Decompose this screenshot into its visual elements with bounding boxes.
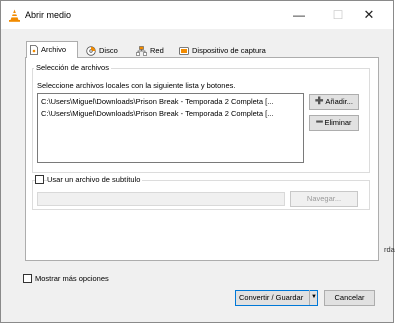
show-more-options-checkbox[interactable] [23, 274, 32, 283]
subtitle-path-input[interactable] [37, 192, 285, 206]
browse-subtitle-button[interactable]: Navegar... [290, 191, 358, 207]
use-subtitle-label: Usar un archivo de subtítulo [47, 175, 143, 184]
vlc-cone-icon [9, 9, 20, 22]
file-list-item[interactable]: C:\Users\Miguel\Downloads\Prison Break -… [41, 97, 273, 106]
close-button[interactable]: ✕ [356, 5, 382, 25]
tab-archivo[interactable]: Archivo [26, 41, 78, 58]
file-list-item[interactable]: C:\Users\Miguel\Downloads\Prison Break -… [41, 109, 273, 118]
cancel-button[interactable]: Cancelar [324, 290, 375, 306]
tab-red[interactable]: Red [133, 43, 164, 58]
maximize-button[interactable]: ☐ [325, 5, 351, 25]
minimize-button[interactable]: — [286, 5, 312, 25]
file-list[interactable]: C:\Users\Miguel\Downloads\Prison Break -… [37, 93, 304, 163]
background-window-text: rda [384, 245, 395, 254]
tab-dispositivo-de-captura[interactable]: Dispositivo de captura [176, 43, 266, 58]
remove-file-label: Eliminar [324, 118, 352, 127]
convert-dropdown-arrow[interactable]: ▼ [309, 290, 318, 305]
file-selection-title: Selección de archivos [34, 63, 111, 72]
network-icon [136, 46, 147, 56]
use-subtitle-checkbox[interactable] [35, 175, 44, 184]
tab-red-label: Red [150, 46, 164, 55]
remove-file-button[interactable]: ━ Eliminar [309, 115, 359, 131]
convert-save-label: Convertir / Guardar [239, 293, 304, 302]
open-media-dialog: Abrir medio — ☐ ✕ Archivo Disco Red Disp… [0, 0, 395, 323]
title-bar[interactable]: Abrir medio — ☐ ✕ [1, 1, 393, 29]
tab-disco-label: Disco [99, 46, 118, 55]
capture-device-icon [179, 47, 189, 55]
window-title: Abrir medio [25, 10, 72, 20]
minus-icon: ━ [316, 117, 323, 129]
convert-save-button[interactable]: Convertir / Guardar [235, 290, 318, 306]
add-file-label: Añadir... [325, 97, 353, 106]
tab-archivo-label: Archivo [41, 45, 67, 54]
tab-disco[interactable]: Disco [83, 43, 118, 58]
plus-icon: ✚ [315, 96, 324, 108]
disc-icon [86, 46, 96, 56]
file-icon [30, 45, 38, 55]
file-selection-instruction: Seleccione archivos locales con la sigui… [37, 81, 236, 90]
show-more-options-label: Mostrar más opciones [35, 274, 109, 283]
tab-captura-label: Dispositivo de captura [192, 46, 266, 55]
add-file-button[interactable]: ✚ Añadir... [309, 94, 359, 110]
